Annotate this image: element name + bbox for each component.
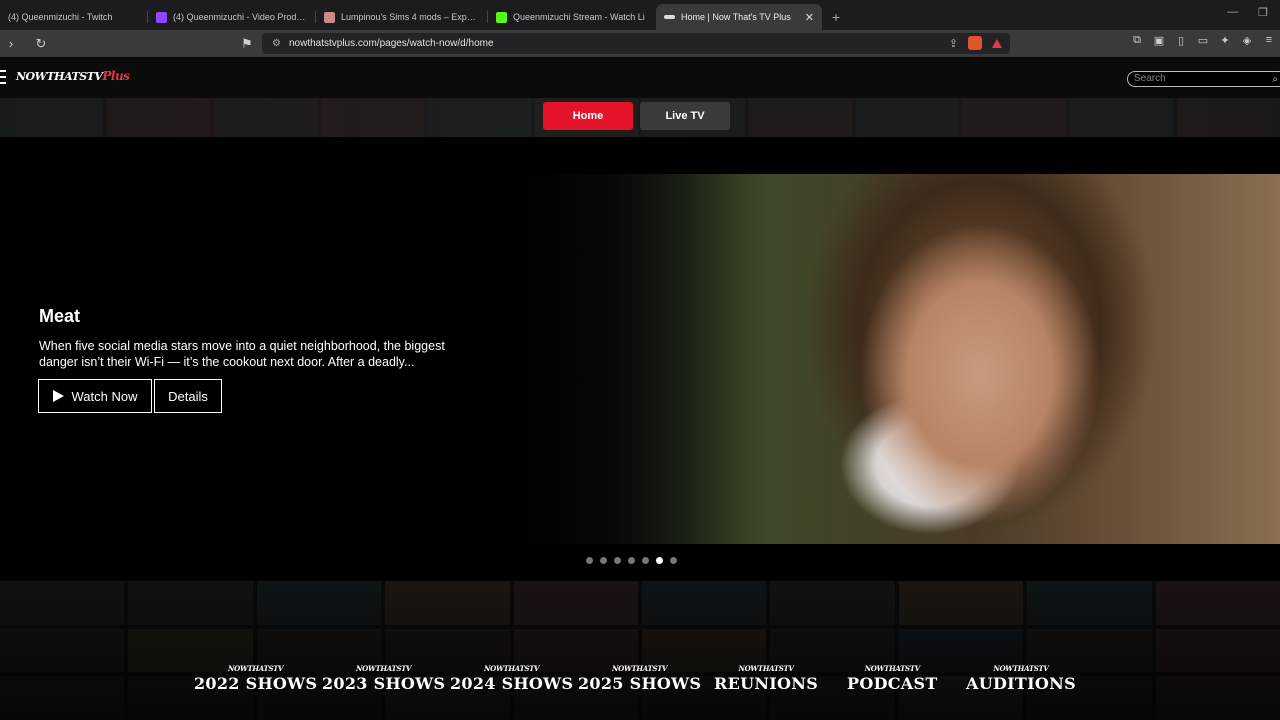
carousel-dot[interactable] [586,557,593,564]
category-brand: NOWTHATSTV [993,664,1049,673]
details-button[interactable]: Details [154,379,222,413]
categories-section: NOWTHATSTV 2022 SHOWS NOWTHATSTV 2023 SH… [0,581,1280,720]
category-brand: NOWTHATSTV [484,664,540,673]
site-settings-icon[interactable]: ⚙ [272,38,281,49]
close-tab-icon[interactable]: ✕ [805,11,814,24]
hero-carousel: Meat When five social media stars move i… [0,137,1280,581]
new-tab-button[interactable]: + [822,4,850,30]
extension-icon[interactable]: ⧉ [1130,34,1144,50]
nav-strip: Home Live TV [0,98,1280,137]
category-brand: NOWTHATSTV [864,664,920,673]
menu-icon[interactable]: ≡ [1262,34,1276,50]
reload-icon[interactable]: ↻ [30,36,52,52]
tab-title: Queenmizuchi Stream - Watch Li [513,12,645,22]
category-label: 2024 SHOWS [450,674,574,693]
forward-icon[interactable]: › [0,36,22,51]
category-label: 2022 SHOWS [194,674,318,693]
extension-icons: ⧉ ▣ ▯ ▭ ✦ ◈ ≡ [1130,34,1280,50]
brave-shield-icon[interactable] [968,36,982,50]
tab-title: (4) Queenmizuchi - Twitch [8,12,113,22]
url-text: nowthatstvplus.com/pages/watch-now/d/hom… [288,38,494,49]
category-brand: NOWTHATSTV [356,664,412,673]
logo-plus-text: Plus [102,69,130,83]
browser-tab[interactable]: (4) Queenmizuchi - Video Producer - [148,4,316,30]
hero-description: When five social media stars move into a… [39,339,445,369]
leo-icon[interactable]: ✦ [1218,34,1232,50]
rewards-icon[interactable] [992,38,1002,48]
category-label: PODCAST [847,674,938,693]
site-favicon-icon [664,15,675,19]
hamburger-menu-icon[interactable] [0,70,6,84]
category-2025-shows[interactable]: NOWTHATSTV 2025 SHOWS [578,664,701,693]
logo-text: NOWTHATSTV [16,70,103,83]
browser-tab[interactable]: (4) Queenmizuchi - Twitch [0,4,148,30]
vpn-icon[interactable]: ◈ [1240,34,1254,50]
kick-favicon-icon [496,11,507,23]
carousel-dot[interactable] [600,557,607,564]
twitch-favicon-icon [156,11,167,23]
nav-live-tv-button[interactable]: Live TV [640,102,730,130]
carousel-dot[interactable] [628,557,635,564]
address-bar-actions: ⇪ [949,36,1002,50]
minimize-icon[interactable]: — [1227,6,1238,19]
category-brand: NOWTHATSTV [738,664,794,673]
carousel-dot[interactable] [656,557,663,564]
collage-shade [0,581,1280,720]
site-header: NOWTHATSTVPlus Search ⌕ [0,57,1280,98]
category-label: AUDITIONS [966,674,1076,693]
category-reunions[interactable]: NOWTHATSTV REUNIONS [714,664,818,693]
sidebar-icon[interactable]: ▯ [1174,34,1188,50]
category-brand: NOWTHATSTV [228,664,284,673]
carousel-dot[interactable] [642,557,649,564]
category-2024-shows[interactable]: NOWTHATSTV 2024 SHOWS [450,664,573,693]
site-favicon-icon [324,11,335,23]
category-label: 2023 SHOWS [322,674,446,693]
watch-now-button[interactable]: Watch Now [38,379,152,413]
browser-tab-active[interactable]: Home | Now That's TV Plus ✕ [656,4,822,30]
wallet-icon[interactable]: ▭ [1196,34,1210,50]
tab-title: Home | Now That's TV Plus [681,12,791,22]
search-icon[interactable]: ⌕ [1272,73,1278,87]
carousel-dot[interactable] [670,557,677,564]
window-controls: — ❐ [1227,6,1268,19]
search-placeholder: Search [1134,73,1166,84]
browser-tab[interactable]: Lumpinou's Sims 4 mods – Expandin [316,4,488,30]
restore-icon[interactable]: ❐ [1258,6,1268,19]
cast-icon[interactable]: ▣ [1152,34,1166,50]
hero-title: Meat [39,306,81,326]
tab-title: Lumpinou's Sims 4 mods – Expandin [341,12,480,22]
category-label: REUNIONS [714,674,819,693]
carousel-dots [586,557,677,564]
browser-tabstrip: (4) Queenmizuchi - Twitch (4) Queenmizuc… [0,0,1280,30]
category-2022-shows[interactable]: NOWTHATSTV 2022 SHOWS [194,664,317,693]
bookmark-icon[interactable]: ⚑ [236,36,258,52]
hero-image [510,174,1280,544]
category-brand: NOWTHATSTV [612,664,668,673]
category-auditions[interactable]: NOWTHATSTV AUDITIONS [966,664,1076,693]
watch-now-label: Watch Now [71,388,138,404]
carousel-dot[interactable] [614,557,621,564]
category-2023-shows[interactable]: NOWTHATSTV 2023 SHOWS [322,664,445,693]
nav-home-button[interactable]: Home [543,102,633,130]
browser-tab[interactable]: Queenmizuchi Stream - Watch Li [488,4,656,30]
category-label: 2025 SHOWS [578,674,702,693]
tab-title: (4) Queenmizuchi - Video Producer - [173,12,308,22]
share-icon[interactable]: ⇪ [949,37,958,50]
site-logo[interactable]: NOWTHATSTVPlus [16,69,130,83]
search-input[interactable]: Search ⌕ [1127,71,1280,87]
browser-toolbar: › ↻ ⚑ ⚙ nowthatstvplus.com/pages/watch-n… [0,30,1280,57]
category-podcast[interactable]: NOWTHATSTV PODCAST [847,664,938,693]
play-icon [52,390,64,402]
address-bar[interactable]: ⚙ nowthatstvplus.com/pages/watch-now/d/h… [262,33,1010,54]
